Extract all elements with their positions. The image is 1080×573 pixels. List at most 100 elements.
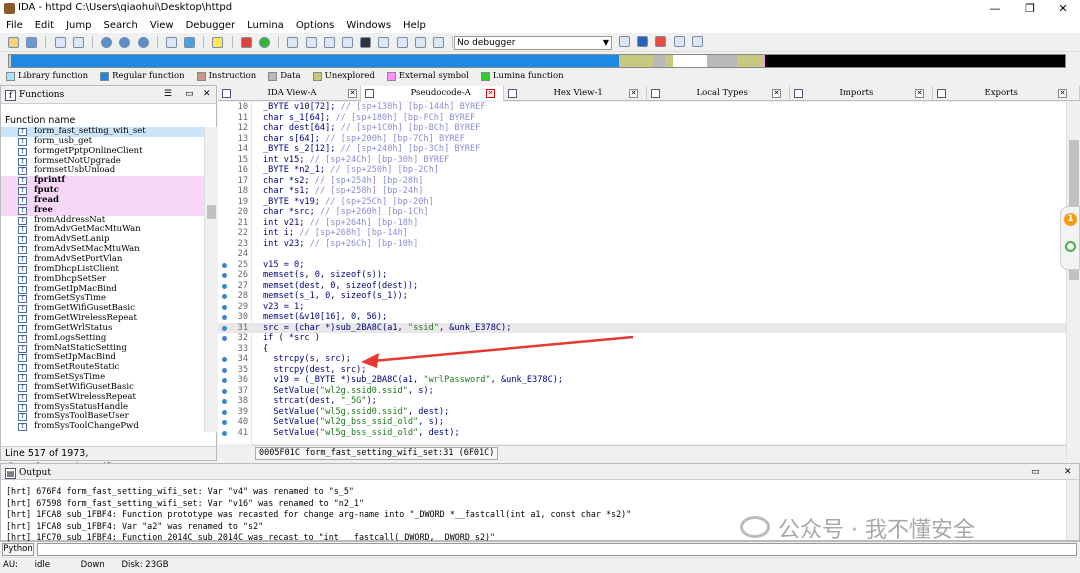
- nav-seg: [765, 55, 1065, 67]
- list-icon[interactable]: [673, 36, 685, 47]
- code-icon[interactable]: [637, 36, 649, 47]
- chevron-down-icon: ▼: [602, 38, 609, 47]
- panel-close-button[interactable]: ✕: [203, 89, 211, 99]
- menu-edit[interactable]: Edit: [29, 18, 60, 33]
- function-name: fromGetIpMacBind: [34, 283, 117, 294]
- menu-debugger[interactable]: Debugger: [180, 18, 242, 33]
- legend-item: Lumina function: [475, 71, 564, 81]
- tab-imports[interactable]: Imports ✕: [790, 86, 933, 101]
- graph-icon-2[interactable]: [119, 36, 131, 48]
- restore-button[interactable]: ❐: [1015, 0, 1045, 18]
- functions-status: Line 517 of 1973, /form_fast_setting_wif…: [1, 446, 216, 473]
- menu-help[interactable]: Help: [397, 18, 432, 33]
- tab-close-icon[interactable]: ✕: [1058, 89, 1067, 98]
- functions-icon: f: [5, 90, 16, 101]
- functions-panel-title: Functions: [19, 90, 65, 100]
- tab-exports[interactable]: Exports ✕: [933, 86, 1080, 101]
- toolbar-separator: [45, 36, 47, 48]
- python-command-input[interactable]: [37, 543, 1077, 556]
- legend-label: Library function: [18, 71, 89, 81]
- function-icon: f: [18, 393, 27, 402]
- strings-icon[interactable]: [240, 36, 252, 48]
- struct-icon[interactable]: [305, 36, 317, 48]
- current-location: 0005F01C form_fast_setting_wifi_set:31 (…: [255, 447, 499, 460]
- back-icon[interactable]: [54, 36, 66, 48]
- search-icon[interactable]: [165, 36, 177, 48]
- tab-local-types[interactable]: Local Types ✕: [647, 86, 790, 101]
- menu-file[interactable]: File: [0, 18, 29, 33]
- function-name: fromLogsSetting: [34, 332, 107, 343]
- tab-close-icon[interactable]: ✕: [772, 89, 781, 98]
- segment-icon[interactable]: [287, 36, 299, 48]
- code-scrollbar[interactable]: [1066, 102, 1080, 459]
- tab-close-icon[interactable]: ✕: [348, 89, 357, 98]
- side-floating-widget[interactable]: 1: [1060, 206, 1080, 270]
- breakpoint-icon[interactable]: [655, 36, 667, 47]
- func-icon[interactable]: [396, 36, 408, 48]
- menu-view[interactable]: View: [144, 18, 180, 33]
- tab-icon: [651, 89, 660, 98]
- function-list-scrollbar[interactable]: [204, 127, 217, 432]
- graph-icon[interactable]: [101, 36, 113, 48]
- cli-row: Python: [0, 541, 1080, 556]
- graph-icon-3[interactable]: [137, 36, 149, 48]
- menu-lumina[interactable]: Lumina: [241, 18, 290, 33]
- enum-icon[interactable]: [323, 36, 335, 48]
- forward-icon[interactable]: [72, 36, 84, 48]
- menu-search[interactable]: Search: [98, 18, 144, 33]
- function-name: fromSetRouteStatic: [34, 362, 120, 373]
- panel-menu-button[interactable]: ☰: [164, 89, 172, 99]
- pseudocode-view[interactable]: 10 _BYTE v10[72]; // [sp+138h] [bp-144h] …: [218, 102, 1066, 444]
- tab-label: Hex View-1: [553, 88, 603, 98]
- function-name: fromAdvSetPortVlan: [34, 253, 123, 264]
- tab-close-icon[interactable]: ✕: [486, 89, 495, 98]
- functions-panel-header: f Functions ☰ ▭ ✕: [1, 86, 216, 104]
- python-button[interactable]: Python: [2, 543, 34, 556]
- output-float-button[interactable]: ▭: [1031, 467, 1040, 477]
- ascii-icon[interactable]: [212, 36, 224, 48]
- tab-close-icon[interactable]: ✕: [915, 89, 924, 98]
- hex-icon[interactable]: [432, 36, 444, 48]
- pseudocode-status: 0005F01C form_fast_setting_wifi_set:31 (…: [252, 445, 1066, 460]
- tab-ida-view-a[interactable]: IDA View-A ✕: [218, 86, 361, 101]
- run-green-icon[interactable]: [259, 36, 270, 48]
- close-window-button[interactable]: ✕: [1048, 0, 1078, 18]
- legend-label: Instruction: [208, 71, 257, 81]
- save-icon[interactable]: [26, 36, 38, 48]
- stop-square-icon[interactable]: [360, 36, 372, 48]
- menu-windows[interactable]: Windows: [340, 18, 397, 33]
- function-name: form_usb_get: [34, 135, 93, 146]
- column-header-label: Function name: [5, 115, 76, 126]
- function-list[interactable]: f form_fast_setting_wifi_set f form_usb_get…: [1, 127, 204, 432]
- function-name-column-header[interactable]: Function name: [1, 114, 216, 128]
- legend-label: External symbol: [398, 71, 469, 81]
- output-scrollbar[interactable]: [1066, 480, 1079, 540]
- debugger-select[interactable]: No debugger ▼: [454, 36, 612, 50]
- list-icon-2[interactable]: [691, 36, 703, 47]
- clear-icon[interactable]: [414, 36, 426, 48]
- tab-hex-view-1[interactable]: Hex View-1 ✕: [504, 86, 647, 101]
- tab-close-icon[interactable]: ✕: [629, 89, 638, 98]
- tab-label: Imports: [839, 88, 874, 98]
- navigation-band[interactable]: [8, 54, 1066, 68]
- open-icon[interactable]: [8, 36, 19, 48]
- minimize-button[interactable]: —: [980, 0, 1010, 18]
- function-name: formgetPptpOnlineClient: [34, 145, 143, 156]
- output-close-button[interactable]: ✕: [1064, 467, 1072, 477]
- xref-icon[interactable]: [341, 36, 353, 48]
- scrollbar-thumb[interactable]: [207, 205, 216, 219]
- output-line: [hrt] 67598 form_fast_setting_wifi_set: …: [6, 497, 364, 508]
- jump-icon[interactable]: [184, 36, 196, 48]
- patch-icon[interactable]: [378, 36, 390, 48]
- menu-options[interactable]: Options: [290, 18, 341, 33]
- tab-icon: [937, 89, 946, 98]
- function-name: fromSetWirelessRepeat: [34, 391, 136, 402]
- function-name: fromSysToolBaseUser: [34, 411, 129, 422]
- panel-float-button[interactable]: ▭: [185, 89, 194, 99]
- function-list-item[interactable]: f fromSysToolChangePwd: [1, 421, 204, 432]
- refresh-icon[interactable]: [1065, 241, 1076, 252]
- tab-pseudocode-a[interactable]: Pseudocode-A ✕: [361, 86, 504, 101]
- case-sensitive-icon[interactable]: [619, 36, 630, 47]
- menu-jump[interactable]: Jump: [60, 18, 97, 33]
- function-icon: f: [18, 354, 27, 363]
